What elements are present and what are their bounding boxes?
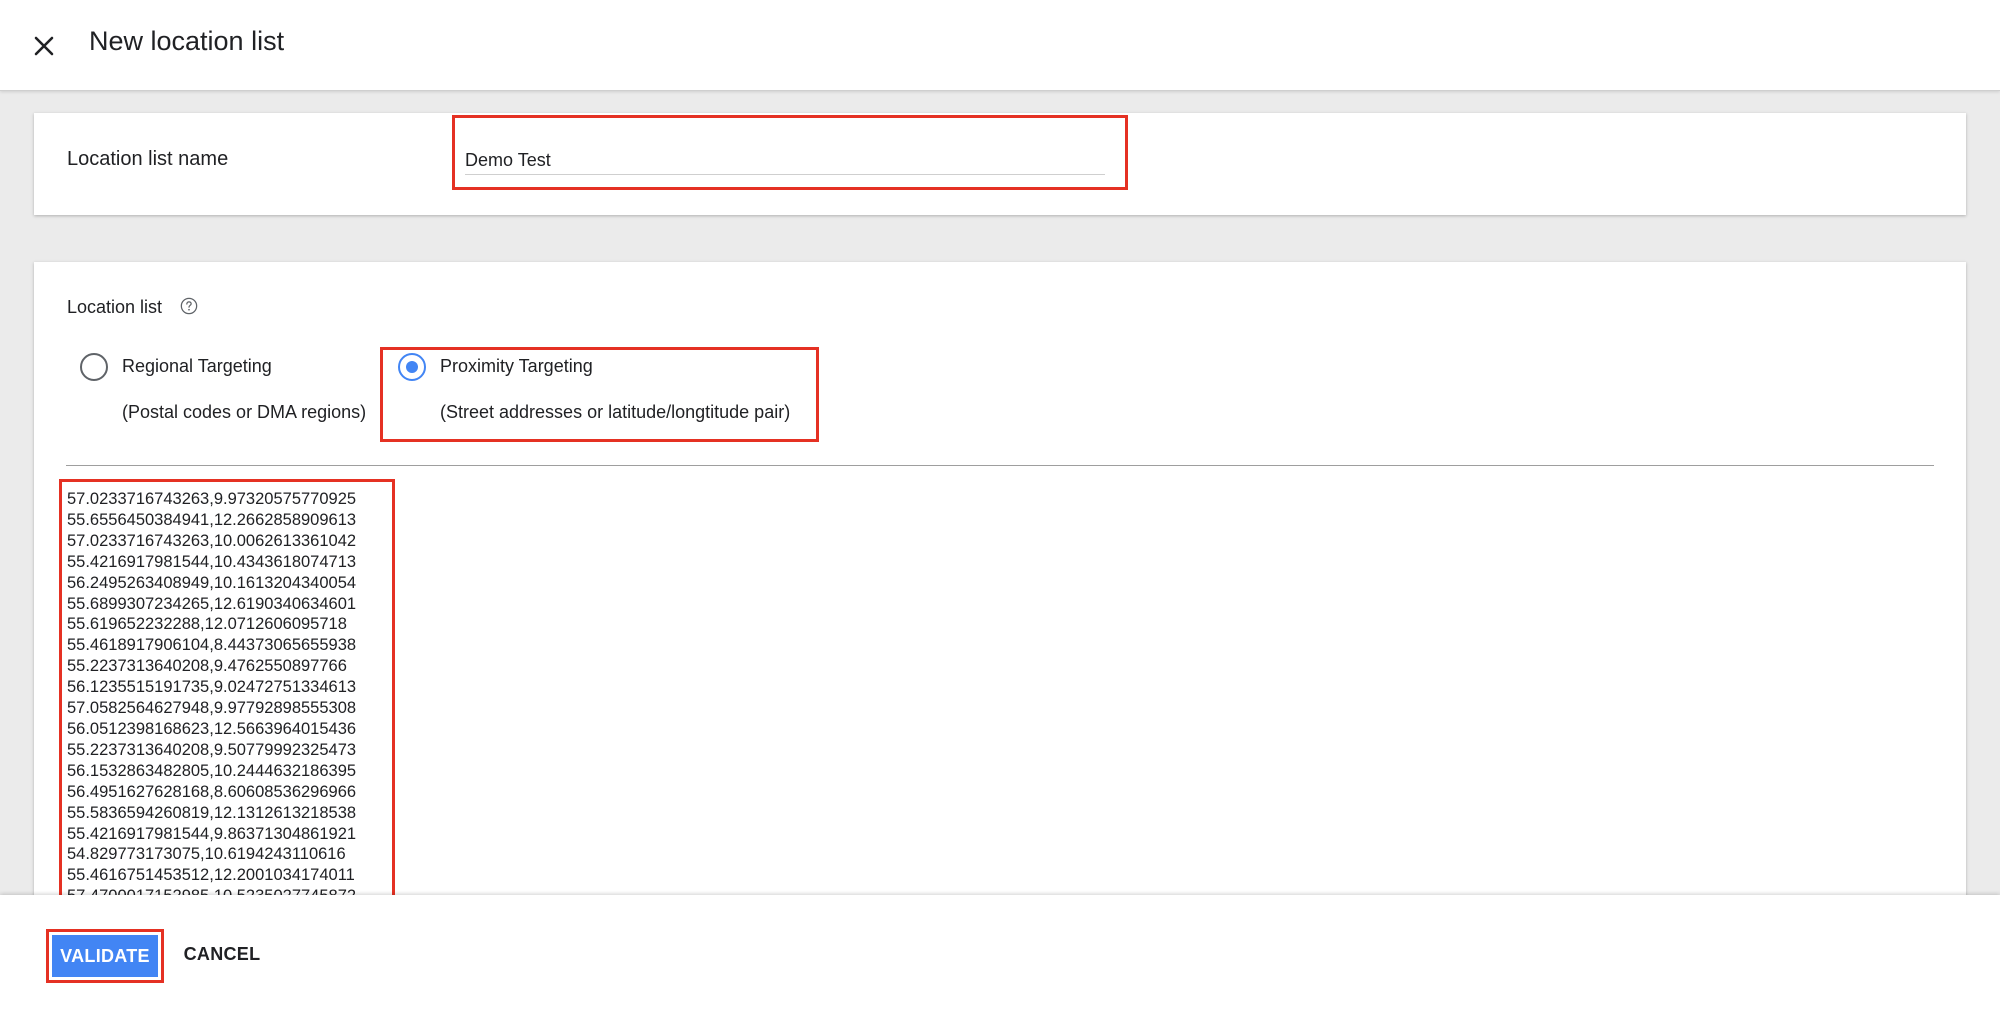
proximity-targeting-sublabel: (Street addresses or latitude/longtitude… bbox=[440, 402, 791, 422]
coordinate-line: 56.1235515191735,9.02472751334613 bbox=[67, 678, 357, 697]
regional-targeting-label: Regional Targeting bbox=[122, 356, 272, 376]
coordinate-line: 55.6556450384941,12.2662858909613 bbox=[67, 510, 357, 529]
regional-targeting-sublabel: (Postal codes or DMA regions) bbox=[122, 402, 367, 422]
coordinate-line: 55.2237313640208,9.4762550897766 bbox=[67, 657, 347, 676]
validate-button-highlight: VALIDATE bbox=[46, 929, 164, 983]
regional-targeting-radio[interactable] bbox=[80, 353, 108, 381]
page-title: New location list bbox=[89, 26, 285, 56]
coordinate-line: 57.0233716743263,10.0062613361042 bbox=[67, 531, 357, 550]
help-circle-icon[interactable] bbox=[180, 297, 198, 315]
coordinate-line: 56.1532863482805,10.2444632186395 bbox=[67, 761, 357, 780]
cancel-button[interactable]: CANCEL bbox=[172, 932, 272, 976]
name-input-highlight bbox=[452, 115, 1128, 190]
coordinate-line: 55.4616751453512,12.2001034174011 bbox=[67, 866, 355, 885]
coordinate-line: 55.6899307234265,12.6190340634601 bbox=[67, 594, 357, 613]
coordinate-line: 57.0582564627948,9.97792898555308 bbox=[67, 699, 357, 718]
location-list-name-label: Location list name bbox=[67, 148, 229, 170]
coordinate-line: 56.0512398168623,12.5663964015436 bbox=[67, 719, 357, 738]
location-list-label: Location list bbox=[67, 297, 163, 317]
close-button[interactable] bbox=[26, 28, 62, 64]
coordinate-line: 55.4216917981544,10.4343618074713 bbox=[67, 552, 357, 571]
coordinate-line: 55.4618917906104,8.44373065655938 bbox=[67, 636, 357, 655]
coordinate-line: 55.2237313640208,9.50779992325473 bbox=[67, 740, 357, 759]
dialog-header: New location list bbox=[0, 0, 2000, 91]
proximity-targeting-radio[interactable] bbox=[398, 353, 426, 381]
coordinate-line: 55.5836594260819,12.1312613218538 bbox=[67, 803, 357, 822]
divider bbox=[66, 465, 1934, 466]
coordinate-line: 56.2495263408949,10.1613204340054 bbox=[67, 573, 357, 592]
coordinate-line: 56.4951627628168,8.60608536296966 bbox=[67, 782, 357, 801]
coordinate-line: 55.619652232288,12.0712606095718 bbox=[67, 615, 347, 634]
validate-button[interactable]: VALIDATE bbox=[52, 935, 158, 977]
coordinates-textarea[interactable]: 57.0233716743263,9.97320575770925 55.6556… bbox=[59, 479, 395, 900]
dialog-footer bbox=[0, 895, 2000, 1013]
coordinates-list: 57.0233716743263,9.97320575770925 55.6556… bbox=[67, 489, 357, 897]
location-list-name-input[interactable] bbox=[465, 146, 1105, 175]
coordinate-line: 54.829773173075,10.6194243110616 bbox=[67, 845, 346, 864]
close-icon bbox=[34, 36, 54, 56]
coordinate-line: 55.4216917981544,9.86371304861921 bbox=[67, 824, 357, 843]
coordinate-line: 57.0233716743263,9.97320575770925 bbox=[67, 490, 357, 508]
proximity-targeting-label: Proximity Targeting bbox=[440, 356, 593, 376]
